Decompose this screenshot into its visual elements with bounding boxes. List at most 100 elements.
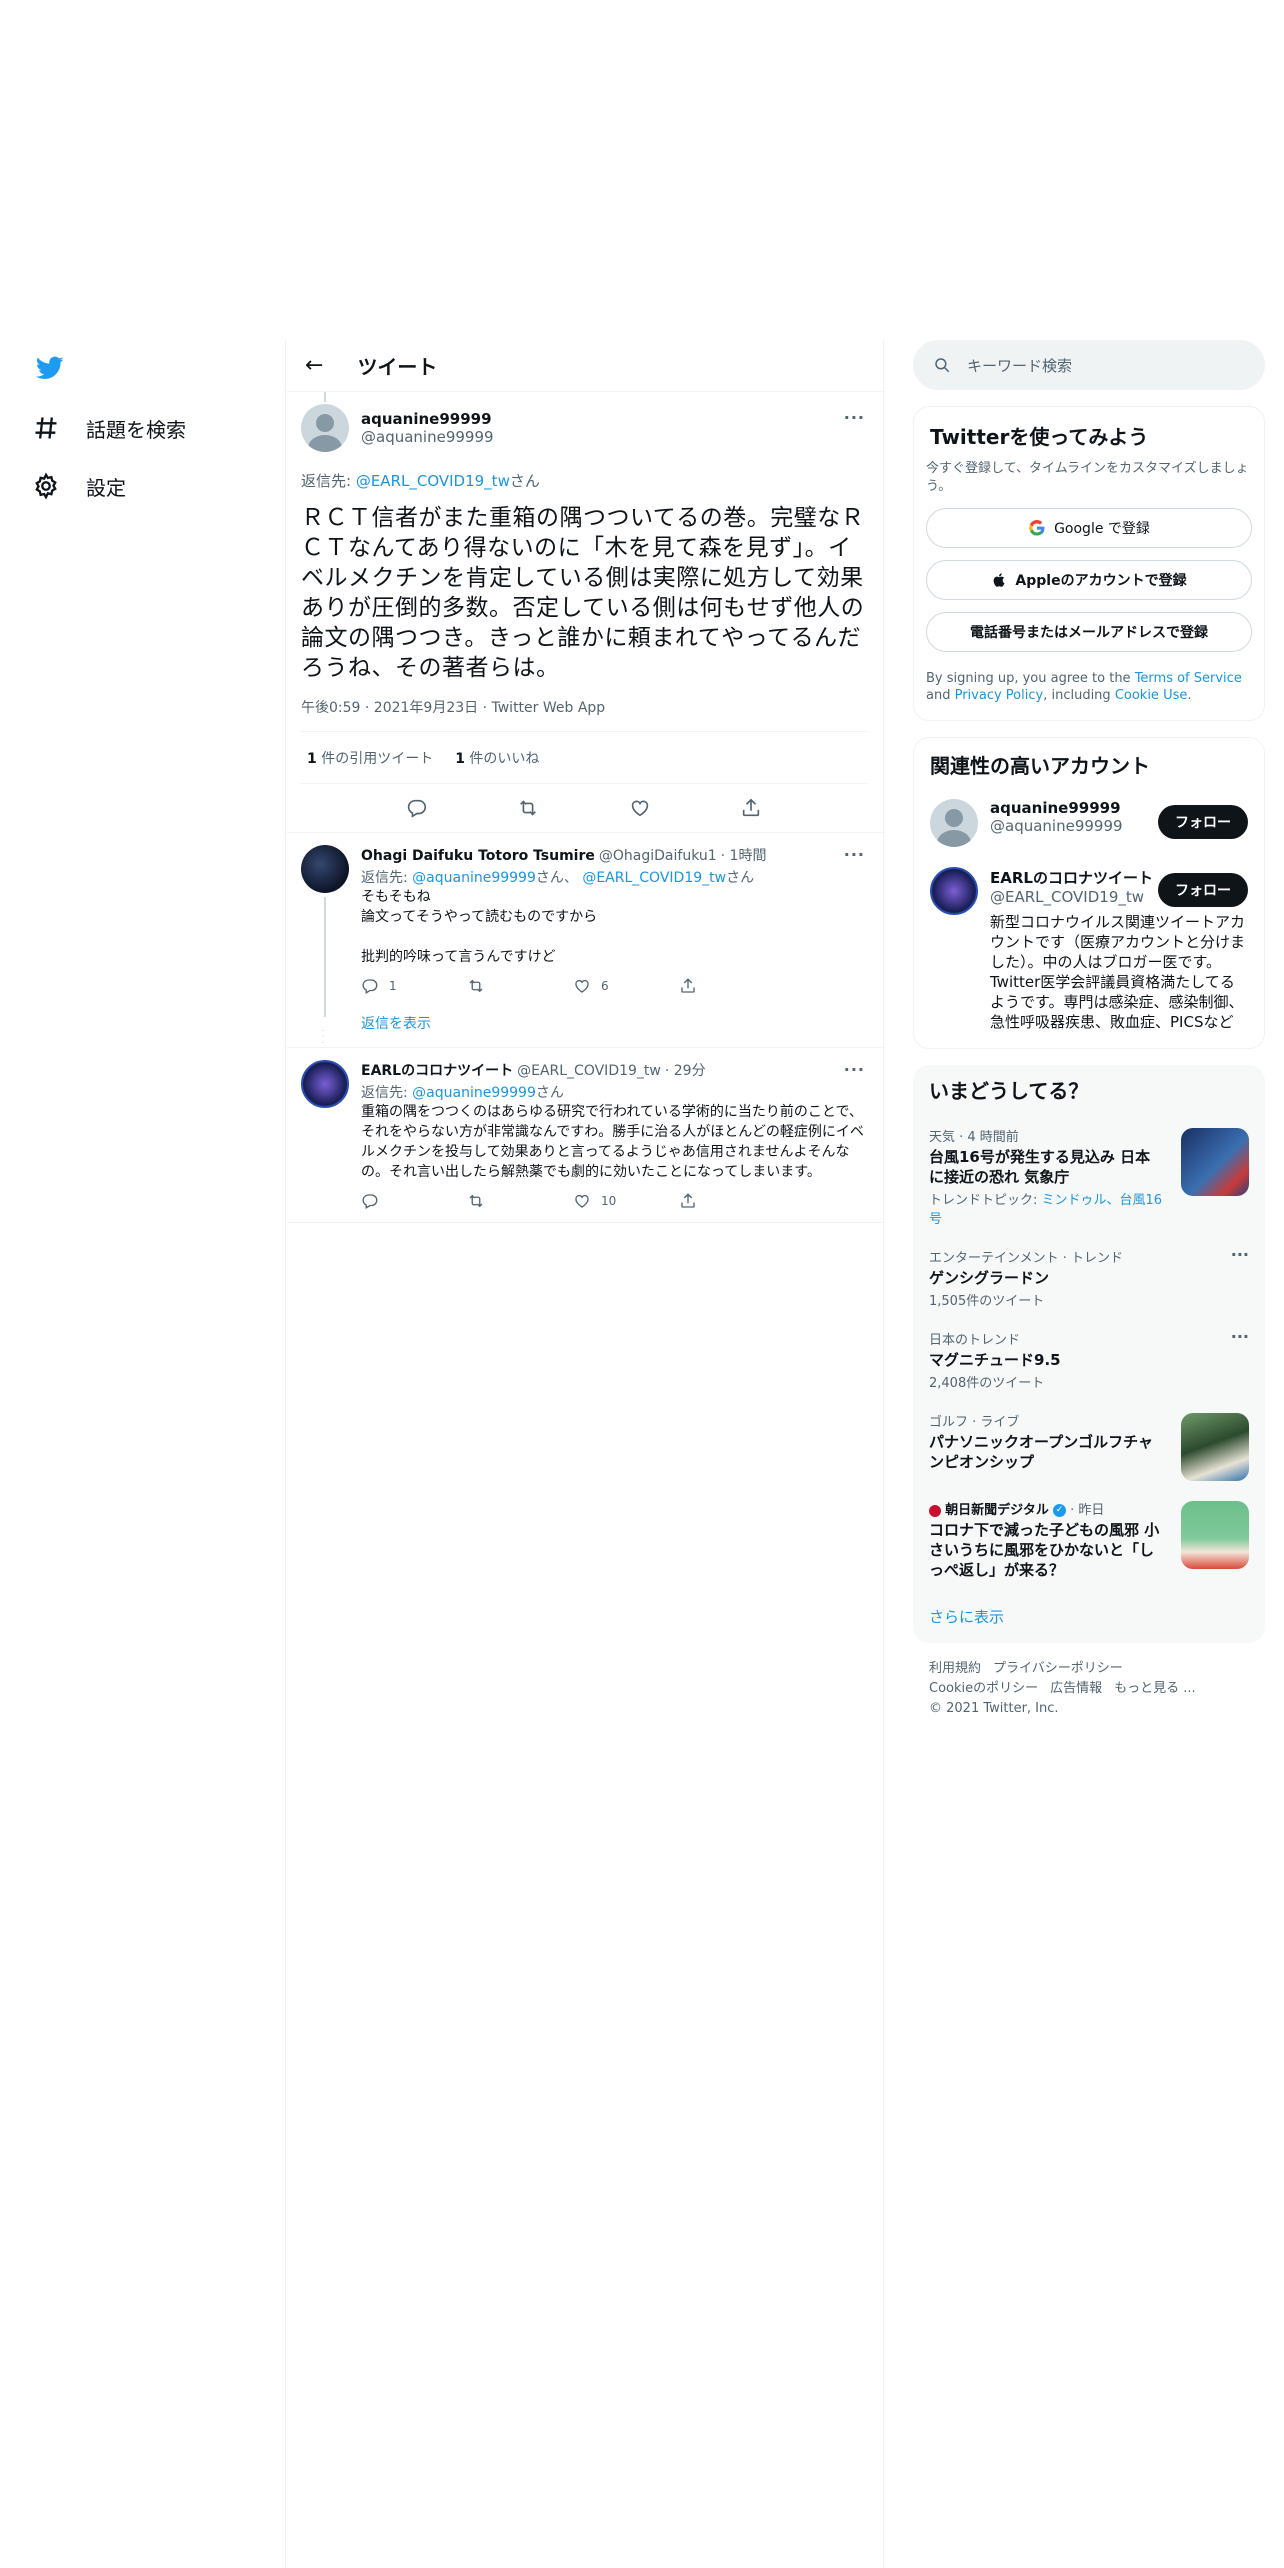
follow-button[interactable]: フォロー	[1158, 805, 1248, 839]
follow-button[interactable]: フォロー	[1158, 873, 1248, 907]
reply-action[interactable]: 1	[361, 977, 467, 995]
search-input[interactable]: キーワード検索	[913, 340, 1265, 390]
quote-count: 1	[307, 750, 317, 767]
trend-item[interactable]: ゴルフ · ライブ パナソニックオープンゴルフチャンピオンシップ	[913, 1401, 1265, 1489]
reply-tweet[interactable]: · · · Ohagi Daifuku Totoro Tsumire @OhagiD…	[287, 833, 883, 1049]
avatar[interactable]	[301, 1060, 349, 1108]
relevant-account[interactable]: aquanine99999 @aquanine99999 フォロー	[914, 791, 1264, 859]
author-handle[interactable]: @aquanine99999	[361, 428, 494, 446]
privacy-policy-link[interactable]: Privacy Policy	[955, 688, 1044, 703]
tweet-meta[interactable]: 午後0:59 · 2021年9月23日 · Twitter Web App	[301, 697, 867, 732]
like-icon[interactable]	[629, 797, 651, 819]
more-icon[interactable]: ···	[844, 1060, 865, 1079]
search-icon	[935, 358, 950, 373]
share-action[interactable]	[679, 977, 785, 995]
tweet-stats: 1 件の引用ツイート 1 件のいいね	[301, 732, 867, 784]
apple-signup-button[interactable]: Appleのアカウントで登録	[926, 560, 1252, 600]
like-action[interactable]: 6	[573, 977, 679, 995]
trend-context: ゴルフ · ライブ	[929, 1415, 1020, 1430]
reply-to-link[interactable]: @EARL_COVID19_tw	[582, 870, 726, 886]
more-icon[interactable]: ···	[844, 408, 865, 427]
retweet-action[interactable]	[467, 977, 573, 995]
trend-count: 1,505件のツイート	[929, 1294, 1045, 1309]
avatar[interactable]	[301, 845, 349, 893]
trend-count: 2,408件のツイート	[929, 1376, 1045, 1391]
author-name[interactable]: aquanine99999	[361, 410, 494, 428]
nav-settings[interactable]: 設定	[32, 466, 126, 506]
reply-to-link[interactable]: @EARL_COVID19_tw	[356, 472, 510, 490]
page-header: ← ツイート	[287, 340, 883, 392]
footer-ads-link[interactable]: 広告情報	[1050, 1681, 1102, 1696]
author-handle[interactable]: @EARL_COVID19_tw	[517, 1063, 661, 1079]
footer: 利用規約 プライバシーポリシー Cookieのポリシー 広告情報 もっと見る ... …	[913, 1643, 1265, 1735]
footer-privacy-link[interactable]: プライバシーポリシー	[993, 1661, 1123, 1676]
show-replies-link[interactable]: 返信を表示	[361, 1013, 867, 1033]
share-icon	[681, 978, 695, 993]
reply-context: 返信先: @EARL_COVID19_twさん	[301, 470, 867, 491]
phone-email-signup-button[interactable]: 電話番号またはメールアドレスで登録	[926, 612, 1252, 652]
source-avatar	[929, 1504, 941, 1517]
tweet-time[interactable]: · 1時間	[721, 845, 767, 865]
terms-of-service-link[interactable]: Terms of Service	[1135, 671, 1242, 686]
footer-cookie-link[interactable]: Cookieのポリシー	[929, 1681, 1038, 1696]
google-signup-button[interactable]: Google で登録	[926, 508, 1252, 548]
phone-email-signup-label: 電話番号またはメールアドレスで登録	[970, 625, 1208, 641]
relevant-account[interactable]: EARLのコロナツイート @EARL_COVID19_tw 新型コロナウイルス関…	[914, 859, 1264, 1044]
tweet-time[interactable]: · 29分	[665, 1060, 706, 1080]
hashtag-icon	[35, 417, 57, 439]
trend-source: 朝日新聞デジタル ✓ · 昨日	[929, 1499, 1165, 1518]
reply-icon	[362, 979, 378, 994]
author-name[interactable]: EARLのコロナツイート	[361, 1060, 513, 1080]
likes-link[interactable]: 1 件のいいね	[455, 748, 539, 768]
author-name[interactable]: Ohagi Daifuku Totoro Tsumire	[361, 848, 595, 864]
avatar[interactable]	[930, 867, 978, 915]
trend-item[interactable]: 日本のトレンド マグニチュード9.5 2,408件のツイート ···	[913, 1319, 1265, 1401]
google-icon	[1029, 520, 1045, 536]
retweet-icon[interactable]	[517, 797, 539, 819]
author-handle[interactable]: @OhagiDaifuku1	[599, 848, 717, 864]
terms-text: and	[926, 688, 955, 703]
account-bio: 新型コロナウイルス関連ツイートアカウントです（医療アカウントと分けました）。中の…	[990, 913, 1246, 1031]
cookie-use-link[interactable]: Cookie Use	[1115, 688, 1188, 703]
reply-tweet[interactable]: EARLのコロナツイート @EARL_COVID19_tw · 29分 ··· …	[287, 1048, 883, 1223]
quote-tweets-link[interactable]: 1 件の引用ツイート	[307, 748, 433, 768]
share-action[interactable]	[679, 1192, 785, 1210]
tweet-actions: 1 6	[361, 977, 867, 995]
nav-explore[interactable]: 話題を検索	[32, 408, 186, 448]
more-icon[interactable]: ···	[844, 845, 865, 864]
footer-terms-link[interactable]: 利用規約	[929, 1661, 981, 1676]
share-icon	[681, 1193, 695, 1208]
right-sidebar: キーワード検索 Twitterを使ってみよう 今すぐ登録して、タイムラインをカス…	[913, 340, 1265, 1735]
trend-thumbnail	[1181, 1413, 1249, 1481]
apple-icon	[994, 573, 1005, 587]
like-icon	[575, 979, 589, 993]
show-more-link[interactable]: さらに表示	[913, 1590, 1265, 1643]
reply-icon[interactable]	[406, 797, 428, 819]
avatar[interactable]	[930, 799, 978, 847]
twitter-logo-icon[interactable]	[34, 354, 66, 382]
reply-to-link[interactable]: @aquanine99999	[412, 1085, 536, 1101]
apple-signup-label: Appleのアカウントで登録	[1015, 573, 1187, 589]
tweet-text: 重箱の隅をつつくのはあらゆる研究で行われている学術的に当たり前のことで、それをや…	[361, 1104, 864, 1180]
tweet-author[interactable]: aquanine99999 @aquanine99999 ···	[301, 392, 867, 452]
like-count: 6	[601, 979, 609, 993]
main-column: ← ツイート aquanine99999 @aquanine99999 ··· …	[287, 340, 883, 1223]
reply-action[interactable]	[361, 1192, 467, 1210]
trend-item[interactable]: 朝日新聞デジタル ✓ · 昨日 コロナ下で減った子どもの風邪 小さいうちに風邪を…	[913, 1489, 1265, 1590]
like-action[interactable]: 10	[573, 1192, 679, 1210]
footer-more-link[interactable]: もっと見る ...	[1114, 1681, 1196, 1696]
retweet-action[interactable]	[467, 1192, 573, 1210]
retweet-icon	[469, 979, 483, 993]
back-arrow-icon[interactable]: ←	[305, 353, 323, 378]
more-icon[interactable]: ···	[1231, 1327, 1249, 1346]
reply-to-link[interactable]: @aquanine99999	[412, 870, 536, 886]
source-time: · 昨日	[1066, 1503, 1105, 1518]
trend-item[interactable]: エンターテインメント · トレンド ゲンシグラードン 1,505件のツイート ·…	[913, 1237, 1265, 1319]
reply-context: 返信先: @aquanine99999さん	[361, 1082, 867, 1102]
trend-item[interactable]: 天気 · 4 時間前 台風16号が発生する見込み 日本に接近の恐れ 気象庁 トレ…	[913, 1116, 1265, 1237]
more-icon[interactable]: ···	[1231, 1245, 1249, 1264]
avatar[interactable]	[301, 404, 349, 452]
share-icon[interactable]	[740, 797, 762, 819]
reply-prefix: 返信先:	[361, 870, 413, 886]
trends-title: いまどうしてる？	[929, 1079, 1089, 1103]
